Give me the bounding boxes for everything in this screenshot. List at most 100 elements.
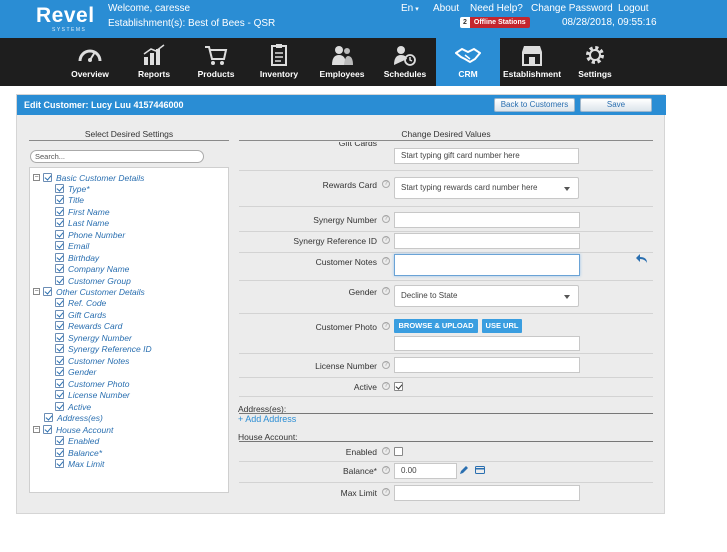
- tree-item[interactable]: Title: [55, 194, 84, 205]
- tree-item[interactable]: Gender: [55, 366, 96, 377]
- tree-checkbox[interactable]: [55, 230, 64, 239]
- tree-item[interactable]: Type*: [55, 183, 90, 194]
- tree-checkbox[interactable]: [44, 413, 53, 422]
- nav-products[interactable]: Products: [184, 38, 248, 86]
- tree-group-addresses[interactable]: Address(es): [44, 412, 103, 423]
- tree-checkbox[interactable]: [55, 253, 64, 262]
- rewards-card-select[interactable]: Start typing rewards card number here: [394, 177, 579, 199]
- help-icon[interactable]: ?: [382, 257, 390, 265]
- tree-checkbox[interactable]: [55, 367, 64, 376]
- photo-url-input[interactable]: [394, 336, 580, 351]
- change-password-link[interactable]: Change Password: [531, 3, 613, 14]
- synergy-reference-input[interactable]: [394, 233, 580, 249]
- tree-group-house[interactable]: − House Account: [33, 424, 113, 435]
- license-number-input[interactable]: [394, 357, 580, 373]
- tree-checkbox[interactable]: [55, 459, 64, 468]
- tree-item[interactable]: Company Name: [55, 263, 129, 274]
- tree-item[interactable]: Customer Notes: [55, 355, 129, 366]
- tree-checkbox[interactable]: [55, 184, 64, 193]
- customer-notes-textarea[interactable]: [394, 254, 580, 276]
- tree-checkbox[interactable]: [55, 298, 64, 307]
- max-limit-input[interactable]: [394, 485, 580, 501]
- back-to-customers-button[interactable]: Back to Customers: [494, 98, 575, 112]
- tree-item[interactable]: Email: [55, 240, 89, 251]
- help-icon[interactable]: ?: [382, 322, 390, 330]
- tree-checkbox[interactable]: [55, 310, 64, 319]
- tree-checkbox[interactable]: [55, 264, 64, 273]
- tree-checkbox[interactable]: [55, 390, 64, 399]
- browse-upload-button[interactable]: BROWSE & UPLOAD: [394, 319, 478, 333]
- about-link[interactable]: About: [433, 3, 459, 14]
- help-icon[interactable]: ?: [382, 287, 390, 295]
- nav-overview[interactable]: Overview: [58, 38, 122, 86]
- tree-checkbox[interactable]: [55, 276, 64, 285]
- nav-inventory[interactable]: Inventory: [247, 38, 311, 86]
- undo-icon[interactable]: [635, 253, 649, 265]
- tree-item[interactable]: Synergy Reference ID: [55, 343, 152, 354]
- collapse-toggle[interactable]: −: [33, 288, 40, 295]
- add-address-link[interactable]: + Add Address: [238, 414, 296, 424]
- tree-checkbox[interactable]: [43, 173, 52, 182]
- tree-item[interactable]: First Name: [55, 206, 110, 217]
- nav-reports[interactable]: Reports: [122, 38, 186, 86]
- tree-checkbox[interactable]: [55, 379, 64, 388]
- tree-group-other[interactable]: − Other Customer Details: [33, 286, 145, 297]
- pencil-icon[interactable]: [459, 465, 469, 475]
- tree-item[interactable]: Birthday: [55, 252, 99, 263]
- tree-checkbox[interactable]: [55, 195, 64, 204]
- nav-employees[interactable]: Employees: [310, 38, 374, 86]
- tree-item[interactable]: Balance*: [55, 447, 102, 458]
- gift-card-input[interactable]: Start typing gift card number here: [394, 148, 579, 164]
- tree-checkbox[interactable]: [55, 333, 64, 342]
- save-button[interactable]: Save: [580, 98, 652, 112]
- tree-group-basic[interactable]: − Basic Customer Details: [33, 172, 144, 183]
- nav-settings[interactable]: Settings: [563, 38, 627, 86]
- tree-item[interactable]: Max Limit: [55, 458, 104, 469]
- tree-checkbox[interactable]: [43, 425, 52, 434]
- tree-item[interactable]: Rewards Card: [55, 320, 122, 331]
- nav-crm[interactable]: CRM: [436, 38, 500, 86]
- tree-item[interactable]: Last Name: [55, 217, 109, 228]
- nav-schedules[interactable]: Schedules: [373, 38, 437, 86]
- nav-establishment[interactable]: Establishment: [499, 38, 565, 86]
- collapse-toggle[interactable]: −: [33, 426, 40, 433]
- offline-stations-badge[interactable]: 2 Offline Stations: [460, 17, 530, 28]
- tree-checkbox[interactable]: [55, 356, 64, 365]
- settings-search-input[interactable]: Search...: [30, 150, 204, 163]
- card-icon[interactable]: [475, 466, 485, 474]
- language-selector[interactable]: En ▾: [401, 3, 419, 14]
- help-icon[interactable]: ?: [382, 447, 390, 455]
- help-icon[interactable]: ?: [382, 180, 390, 188]
- tree-checkbox[interactable]: [55, 218, 64, 227]
- revel-logo[interactable]: Revel: [36, 4, 95, 28]
- tree-checkbox[interactable]: [55, 448, 64, 457]
- tree-checkbox[interactable]: [55, 436, 64, 445]
- tree-checkbox[interactable]: [43, 287, 52, 296]
- tree-item[interactable]: Synergy Number: [55, 332, 132, 343]
- logout-link[interactable]: Logout: [618, 3, 649, 14]
- tree-checkbox[interactable]: [55, 241, 64, 250]
- balance-input[interactable]: 0.00: [394, 463, 457, 479]
- gender-select[interactable]: Decline to State: [394, 285, 579, 307]
- help-link[interactable]: Need Help?: [470, 3, 523, 14]
- tree-checkbox[interactable]: [55, 207, 64, 216]
- active-checkbox[interactable]: [394, 382, 403, 391]
- help-icon[interactable]: ?: [382, 466, 390, 474]
- help-icon[interactable]: ?: [382, 361, 390, 369]
- tree-item[interactable]: Active: [55, 401, 91, 412]
- tree-checkbox[interactable]: [55, 321, 64, 330]
- tree-item[interactable]: Ref. Code: [55, 297, 106, 308]
- use-url-button[interactable]: USE URL: [482, 319, 522, 333]
- help-icon[interactable]: ?: [382, 236, 390, 244]
- collapse-toggle[interactable]: −: [33, 174, 40, 181]
- tree-item[interactable]: Customer Photo: [55, 378, 129, 389]
- tree-checkbox[interactable]: [55, 344, 64, 353]
- help-icon[interactable]: ?: [382, 382, 390, 390]
- tree-item[interactable]: License Number: [55, 389, 130, 400]
- tree-checkbox[interactable]: [55, 402, 64, 411]
- tree-item[interactable]: Gift Cards: [55, 309, 106, 320]
- help-icon[interactable]: ?: [382, 488, 390, 496]
- enabled-checkbox[interactable]: [394, 447, 403, 456]
- synergy-number-input[interactable]: [394, 212, 580, 228]
- tree-item[interactable]: Enabled: [55, 435, 99, 446]
